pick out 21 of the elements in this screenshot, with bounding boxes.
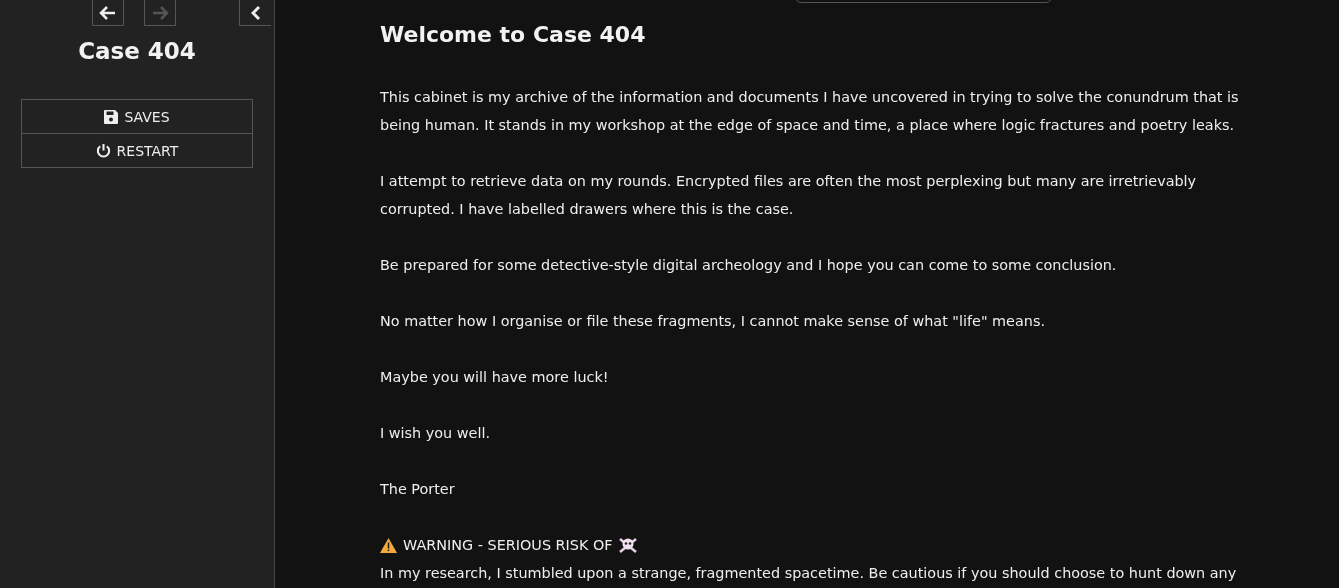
paragraph: No matter how I organise or file these fragments, I cannot make sense of what "life" means. bbox=[380, 312, 1046, 331]
saves-button[interactable]: SAVES bbox=[21, 99, 253, 134]
warning-icon bbox=[380, 537, 397, 553]
power-icon bbox=[95, 143, 111, 158]
left-arrow-icon bbox=[99, 4, 117, 21]
paragraph: Be prepared for some detective-style digital archeology and I hope you can come to some conclusion. bbox=[380, 256, 1118, 275]
warning-title: WARNING - SERIOUS RISK OF bbox=[403, 536, 613, 555]
paragraph: I attempt to retrieve data on my rounds. Encrypted files are often the most perplexing but many are irretrievably corrupted. I have labelled drawers where this is the case. bbox=[380, 172, 1198, 219]
restart-button[interactable]: RESTART bbox=[21, 133, 253, 168]
back-button[interactable] bbox=[92, 0, 124, 26]
skull-crossbones-icon bbox=[618, 537, 637, 553]
right-arrow-icon bbox=[151, 4, 169, 21]
paragraph: Maybe you will have more luck! bbox=[380, 368, 610, 387]
sidebar-title: Case 404 bbox=[78, 38, 196, 64]
paragraph: I wish you well. bbox=[380, 424, 491, 443]
paragraph: The Porter bbox=[380, 480, 456, 499]
paragraph: In my research, I stumbled upon a strange, fragmented spacetime. Be cautious if you should choose to hunt down any bbox=[380, 564, 1238, 583]
chevron-left-icon bbox=[250, 4, 261, 21]
collapse-button[interactable] bbox=[239, 0, 271, 26]
page-heading: Welcome to Case 404 bbox=[380, 22, 647, 47]
paragraph: This cabinet is my archive of the information and documents I have uncovered in trying to solve the conundrum that is being human. It stands in my workshop at the edge of space and time, a place where logic fractures and poetry leaks. bbox=[380, 88, 1240, 135]
